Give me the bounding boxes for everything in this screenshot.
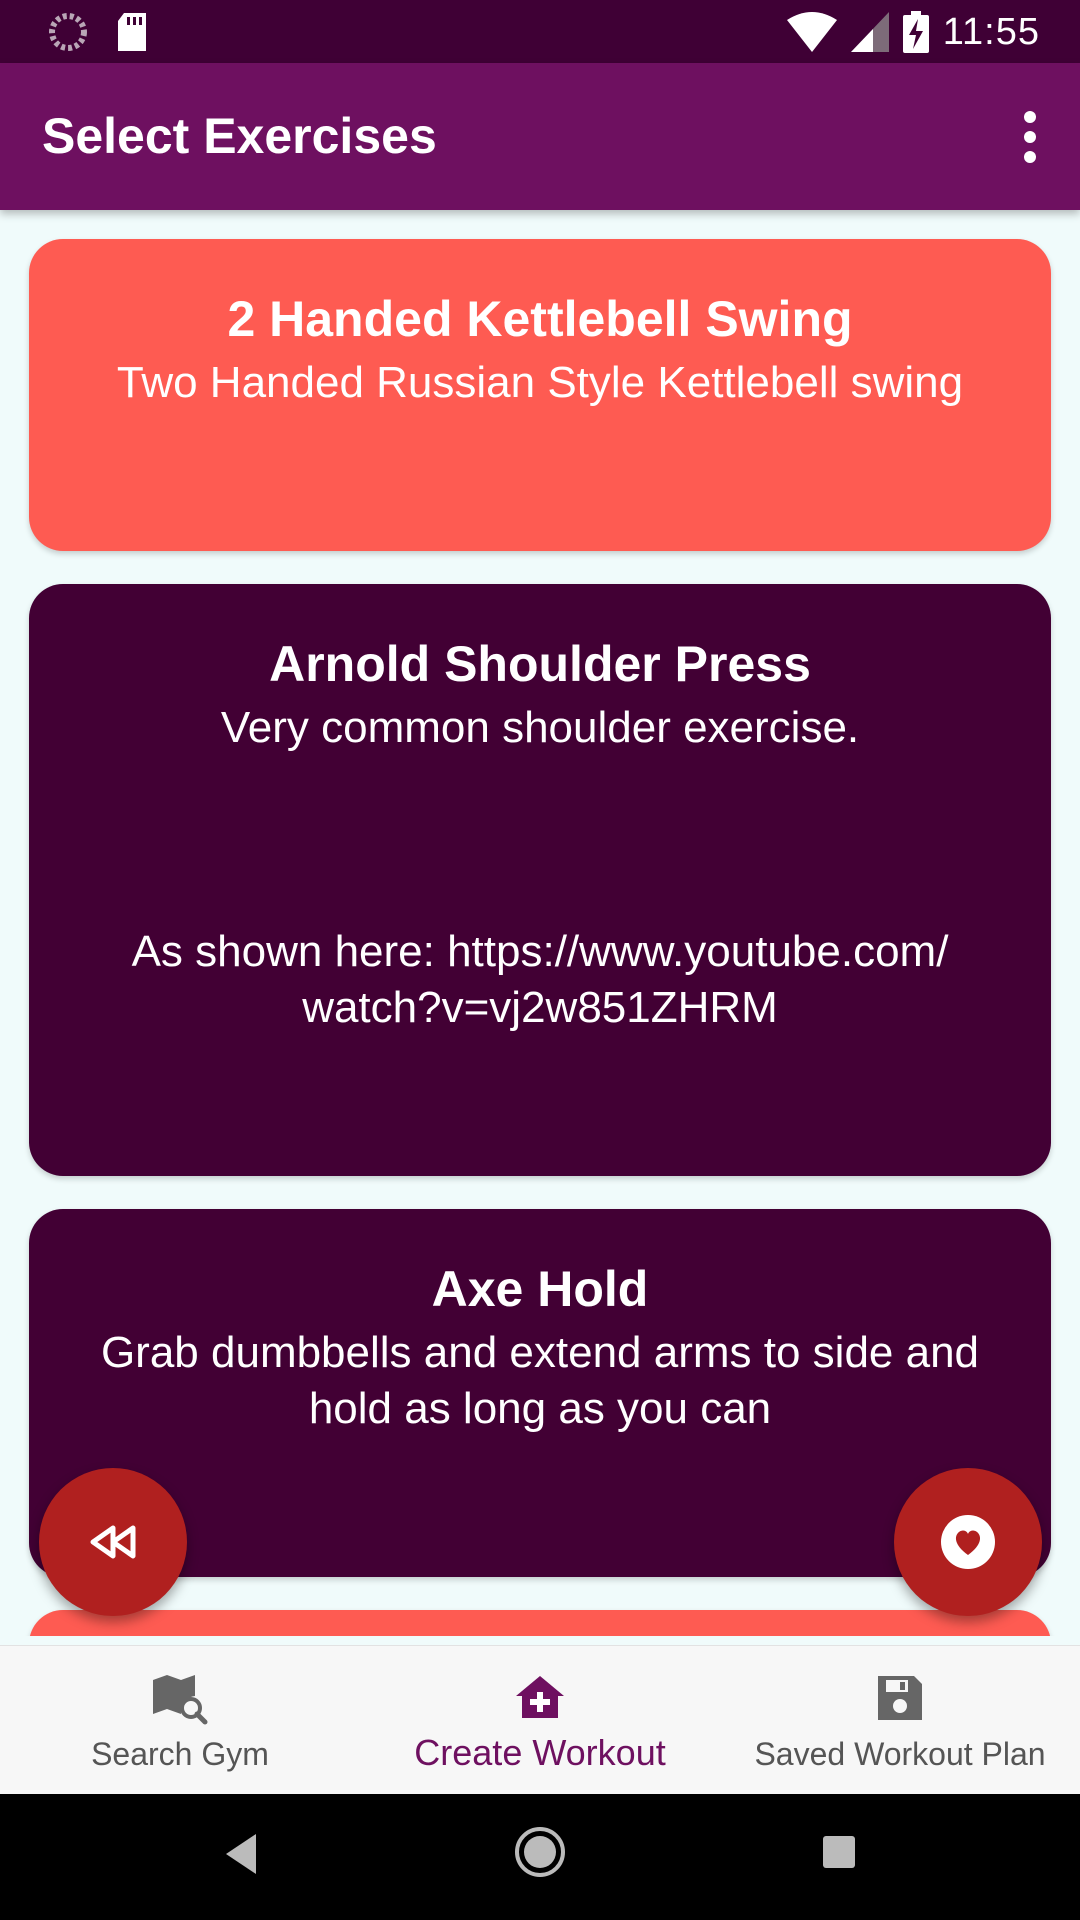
exercise-description: Very common shoulder exercise. As shown … bbox=[131, 703, 949, 1032]
nav-saved-workout-plan[interactable]: Saved Workout Plan bbox=[720, 1646, 1080, 1795]
exercise-card-partial[interactable] bbox=[29, 1610, 1051, 1636]
status-bar: 11:55 bbox=[0, 0, 1080, 63]
nav-label: Saved Workout Plan bbox=[754, 1736, 1046, 1772]
wifi-icon bbox=[786, 12, 837, 52]
nav-label: Search Gym bbox=[91, 1736, 269, 1772]
home-add-icon bbox=[516, 1676, 564, 1718]
exercise-description: Two Handed Russian Style Kettlebell swin… bbox=[116, 358, 964, 407]
battery-charging-icon bbox=[902, 11, 929, 53]
nav-search-gym[interactable]: Search Gym bbox=[0, 1646, 360, 1795]
more-vert-icon[interactable] bbox=[1006, 107, 1054, 167]
exercise-card[interactable]: 2 Handed Kettlebell Swing Two Handed Rus… bbox=[29, 239, 1051, 551]
page-title: Select Exercises bbox=[42, 108, 437, 164]
favorite-fab-button[interactable] bbox=[894, 1468, 1042, 1616]
map-search-icon bbox=[153, 1675, 208, 1725]
nav-create-workout[interactable]: Create Workout bbox=[360, 1646, 720, 1795]
exercise-card[interactable]: Arnold Shoulder Press Very common should… bbox=[29, 584, 1051, 1176]
bottom-navigation: Search Gym Create Workout Saved Workout … bbox=[0, 1645, 1080, 1795]
app-bar: Select Exercises bbox=[0, 63, 1080, 210]
status-time: 11:55 bbox=[942, 11, 1040, 53]
exercise-name: Arnold Shoulder Press bbox=[269, 636, 811, 692]
heart-icon bbox=[941, 1515, 995, 1569]
recents-icon[interactable] bbox=[821, 1834, 857, 1870]
rewind-icon bbox=[90, 1525, 136, 1559]
nav-label: Create Workout bbox=[414, 1732, 666, 1773]
exercise-description: Grab dumbbells and extend arms to side a… bbox=[100, 1328, 980, 1433]
exercise-list[interactable]: 2 Handed Kettlebell Swing Two Handed Rus… bbox=[0, 210, 1080, 1636]
signal-icon bbox=[850, 12, 889, 52]
exercise-name: Axe Hold bbox=[431, 1261, 649, 1317]
sd-card-icon bbox=[118, 13, 146, 51]
home-icon[interactable] bbox=[514, 1826, 566, 1878]
exercise-name: 2 Handed Kettlebell Swing bbox=[227, 291, 853, 347]
system-navigation-bar bbox=[0, 1794, 1080, 1920]
back-fab-button[interactable] bbox=[39, 1468, 187, 1616]
back-icon[interactable] bbox=[222, 1832, 258, 1876]
save-icon bbox=[878, 1676, 922, 1720]
loading-icon bbox=[49, 13, 87, 51]
